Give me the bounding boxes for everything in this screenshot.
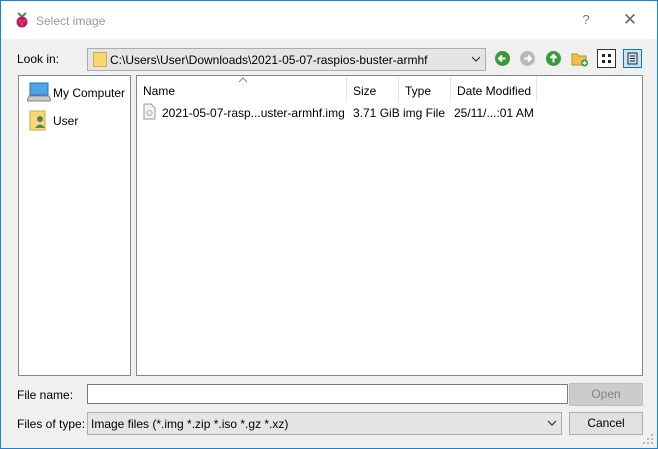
close-button[interactable]: ✕: [613, 5, 647, 35]
select-image-dialog: Select image ? ✕ Look in: C:\Users\User\…: [0, 0, 658, 449]
file-date-cell: 25/11/...:01 AM: [454, 106, 534, 120]
file-type-select[interactable]: Image files (*.img *.zip *.iso *.gz *.xz…: [87, 412, 562, 435]
look-in-label: Look in:: [17, 52, 60, 66]
column-header-size[interactable]: Size: [347, 76, 399, 102]
sidebar-item-label: User: [53, 114, 79, 128]
help-button[interactable]: ?: [569, 5, 603, 35]
file-list: Name Size Type Date Modified 2021-05-07-…: [136, 75, 643, 376]
detail-view-icon: [627, 52, 638, 65]
chevron-down-icon: [471, 56, 481, 62]
back-button[interactable]: [492, 48, 513, 69]
list-view-icon: [602, 54, 611, 63]
file-type-cell: img File: [403, 106, 446, 120]
window-title: Select image: [36, 14, 106, 28]
new-folder-icon: [571, 53, 588, 67]
look-in-path: C:\Users\User\Downloads\2021-05-07-raspi…: [110, 53, 428, 67]
file-icon: [143, 103, 156, 120]
folder-icon: [93, 52, 107, 67]
back-icon: [495, 51, 510, 66]
computer-icon: [27, 82, 51, 102]
file-name-label: File name:: [17, 388, 74, 402]
forward-button[interactable]: [517, 48, 538, 69]
list-view-button[interactable]: [597, 49, 616, 68]
file-name-input[interactable]: [87, 384, 568, 404]
look-in-combo[interactable]: C:\Users\User\Downloads\2021-05-07-raspi…: [87, 48, 486, 71]
sidebar-item-user[interactable]: User: [25, 109, 129, 131]
sort-ascending-icon: [238, 77, 248, 83]
file-type-value: Image files (*.img *.zip *.iso *.gz *.xz…: [91, 417, 289, 431]
file-size-cell: 3.71 GiB: [353, 106, 400, 120]
chevron-down-icon: [547, 420, 557, 426]
sidebar-item-my-computer[interactable]: My Computer: [25, 81, 129, 103]
file-list-header: Name Size Type Date Modified: [137, 76, 642, 102]
up-arrow-icon: [546, 51, 561, 66]
forward-icon: [520, 51, 535, 66]
table-row[interactable]: 2021-05-07-rasp...uster-armhf.img 3.71 G…: [137, 102, 642, 122]
sidebar-item-label: My Computer: [53, 86, 126, 100]
cancel-button[interactable]: Cancel: [569, 412, 643, 435]
file-name-cell: 2021-05-07-rasp...uster-armhf.img: [162, 106, 345, 120]
column-header-date-modified[interactable]: Date Modified: [451, 76, 537, 102]
detail-view-button[interactable]: [623, 49, 642, 68]
file-type-label: Files of type:: [17, 417, 86, 431]
raspberry-pi-icon: [16, 12, 28, 28]
parent-folder-button[interactable]: [543, 48, 564, 69]
user-folder-icon: [29, 110, 46, 131]
new-folder-button[interactable]: [569, 48, 590, 69]
sidebar: My Computer User: [18, 75, 131, 376]
resize-grip-icon[interactable]: [642, 433, 654, 445]
title-bar: Select image ? ✕: [1, 1, 657, 39]
open-button[interactable]: Open: [569, 383, 643, 406]
column-header-type[interactable]: Type: [399, 76, 451, 102]
